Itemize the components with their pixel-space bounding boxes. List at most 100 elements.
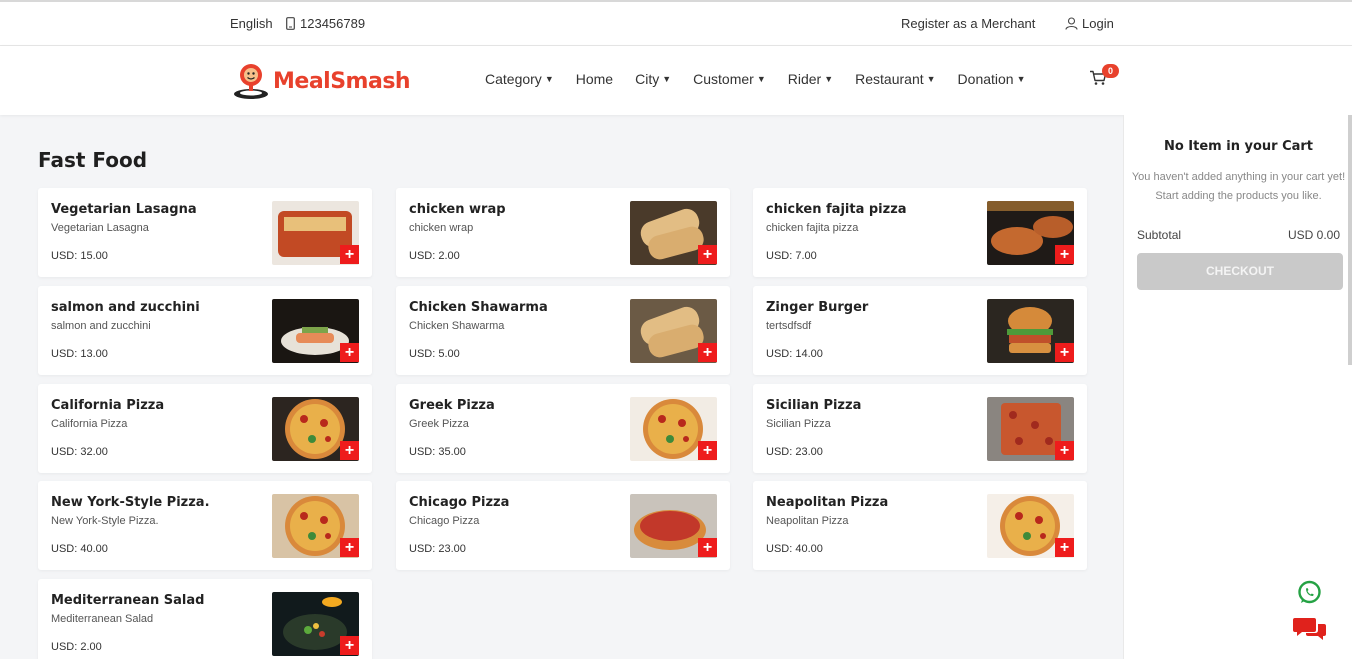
product-price: USD: 40.00	[51, 543, 108, 555]
add-to-cart-button[interactable]: +	[340, 343, 359, 362]
plus-icon: +	[1059, 344, 1070, 361]
product-price: USD: 7.00	[766, 250, 817, 262]
product-price: USD: 5.00	[409, 348, 460, 360]
product-name: Chicken Shawarma	[409, 300, 548, 315]
nav-label: Restaurant	[855, 71, 924, 87]
product-card[interactable]: chicken wrap chicken wrap USD: 2.00 +	[396, 188, 730, 277]
checkout-button[interactable]: CHECKOUT	[1137, 253, 1343, 290]
add-to-cart-button[interactable]: +	[340, 441, 359, 460]
product-name: Greek Pizza	[409, 398, 495, 413]
cart-empty-title: No Item in your Cart	[1163, 139, 1314, 154]
cart-count-badge: 0	[1102, 64, 1119, 78]
brand-logo[interactable]: MealSmash	[232, 61, 411, 101]
product-price: USD: 13.00	[51, 348, 108, 360]
add-to-cart-button[interactable]: +	[698, 245, 717, 264]
subtotal-value: USD 0.00	[1287, 228, 1340, 242]
chevron-down-icon: ▼	[756, 74, 766, 84]
product-card[interactable]: Sicilian Pizza Sicilian Pizza USD: 23.00 +	[753, 384, 1087, 473]
add-to-cart-button[interactable]: +	[340, 636, 359, 655]
product-description: Vegetarian Lasagna	[51, 222, 149, 234]
product-description: New York-Style Pizza.	[51, 515, 159, 527]
chat-icon[interactable]	[1292, 615, 1328, 643]
product-description: Greek Pizza	[409, 418, 469, 430]
add-to-cart-button[interactable]: +	[698, 538, 717, 557]
product-description: Mediterranean Salad	[51, 613, 154, 625]
product-name: New York-Style Pizza.	[51, 495, 210, 510]
nav-label: Category	[485, 71, 542, 87]
main-header: MealSmash Category ▼ Home City ▼ Customer ▼…	[0, 46, 1352, 115]
product-description: Sicilian Pizza	[766, 418, 831, 430]
plus-icon: +	[1059, 442, 1070, 459]
product-price: USD: 23.00	[766, 446, 823, 458]
product-name: salmon and zucchini	[51, 300, 200, 315]
product-card[interactable]: New York-Style Pizza. New York-Style Pizz…	[38, 481, 372, 570]
product-description: tertsdfsdf	[766, 320, 812, 332]
nav-city[interactable]: City ▼	[635, 71, 671, 87]
product-name: Neapolitan Pizza	[766, 495, 889, 510]
nav-category[interactable]: Category ▼	[485, 71, 554, 87]
page-scrollbar[interactable]	[1348, 115, 1352, 365]
add-to-cart-button[interactable]: +	[340, 538, 359, 557]
product-name: California Pizza	[51, 398, 165, 413]
product-price: USD: 2.00	[409, 250, 460, 262]
product-price: USD: 35.00	[409, 446, 466, 458]
login-link[interactable]: Login	[1065, 16, 1114, 31]
product-card[interactable]: salmon and zucchini salmon and zucchini US…	[38, 286, 372, 375]
product-description: chicken fajita pizza	[766, 222, 859, 234]
cart-empty-message: You haven't added anything in your cart …	[1131, 171, 1346, 202]
product-card[interactable]: Neapolitan Pizza Neapolitan Pizza USD: 40.…	[753, 481, 1087, 570]
add-to-cart-button[interactable]: +	[698, 343, 717, 362]
product-card[interactable]: chicken fajita pizza chicken fajita pizza…	[753, 188, 1087, 277]
register-merchant-link[interactable]: Register as a Merchant	[901, 16, 1035, 31]
nav-donation[interactable]: Donation ▼	[958, 71, 1026, 87]
add-to-cart-button[interactable]: +	[698, 441, 717, 460]
chevron-down-icon: ▼	[926, 74, 936, 84]
product-card[interactable]: Zinger Burger tertsdfsdf USD: 14.00 +	[753, 286, 1087, 375]
add-to-cart-button[interactable]: +	[1055, 441, 1074, 460]
nav-rider[interactable]: Rider ▼	[788, 71, 833, 87]
product-name: Sicilian Pizza	[766, 398, 862, 413]
nav-restaurant[interactable]: Restaurant ▼	[855, 71, 935, 87]
nav-customer[interactable]: Customer ▼	[693, 71, 766, 87]
plus-icon: +	[344, 637, 355, 654]
main-nav: Category ▼ Home City ▼ Customer ▼ Rider ▼ Re…	[485, 71, 1048, 87]
phone-number: 123456789	[300, 16, 366, 31]
product-price: USD: 2.00	[51, 641, 102, 653]
plus-icon: +	[702, 344, 713, 361]
chevron-down-icon: ▼	[1016, 74, 1026, 84]
product-description: chicken wrap	[409, 222, 474, 234]
nav-label: Donation	[957, 71, 1014, 87]
product-card[interactable]: Greek Pizza Greek Pizza USD: 35.00 +	[396, 384, 730, 473]
brand-name: MealSmash	[273, 68, 411, 94]
subtotal-label: Subtotal	[1137, 228, 1182, 242]
product-card[interactable]: Chicago Pizza Chicago Pizza USD: 23.00 +	[396, 481, 730, 570]
product-name: chicken wrap	[409, 202, 506, 217]
product-price: USD: 40.00	[766, 543, 823, 555]
plus-icon: +	[702, 539, 713, 556]
plus-icon: +	[344, 539, 355, 556]
language-selector[interactable]: English	[230, 16, 273, 31]
product-price: USD: 14.00	[766, 348, 823, 360]
add-to-cart-button[interactable]: +	[1055, 343, 1074, 362]
add-to-cart-button[interactable]: +	[1055, 538, 1074, 557]
nav-label: Home	[575, 71, 614, 87]
section-title: Fast Food	[38, 148, 148, 172]
plus-icon: +	[344, 246, 355, 263]
add-to-cart-button[interactable]: +	[1055, 245, 1074, 264]
product-description: salmon and zucchini	[51, 320, 151, 332]
product-name: Vegetarian Lasagna	[51, 202, 197, 217]
product-card[interactable]: California Pizza California Pizza USD: 32.…	[38, 384, 372, 473]
product-card[interactable]: Vegetarian Lasagna Vegetarian Lasagna USD:…	[38, 188, 372, 277]
product-card[interactable]: Chicken Shawarma Chicken Shawarma USD: 5.0…	[396, 286, 730, 375]
product-name: Zinger Burger	[766, 300, 869, 315]
nav-label: Rider	[787, 71, 822, 87]
nav-home[interactable]: Home	[576, 71, 613, 87]
user-icon	[1065, 17, 1078, 30]
product-card[interactable]: Mediterranean Salad Mediterranean Salad US…	[38, 579, 372, 659]
whatsapp-icon[interactable]	[1297, 580, 1322, 605]
add-to-cart-button[interactable]: +	[340, 245, 359, 264]
login-label: Login	[1082, 16, 1114, 31]
product-description: Chicago Pizza	[409, 515, 480, 527]
top-bar: English 123456789 Register as a Merchant…	[0, 0, 1352, 46]
product-price: USD: 23.00	[409, 543, 466, 555]
